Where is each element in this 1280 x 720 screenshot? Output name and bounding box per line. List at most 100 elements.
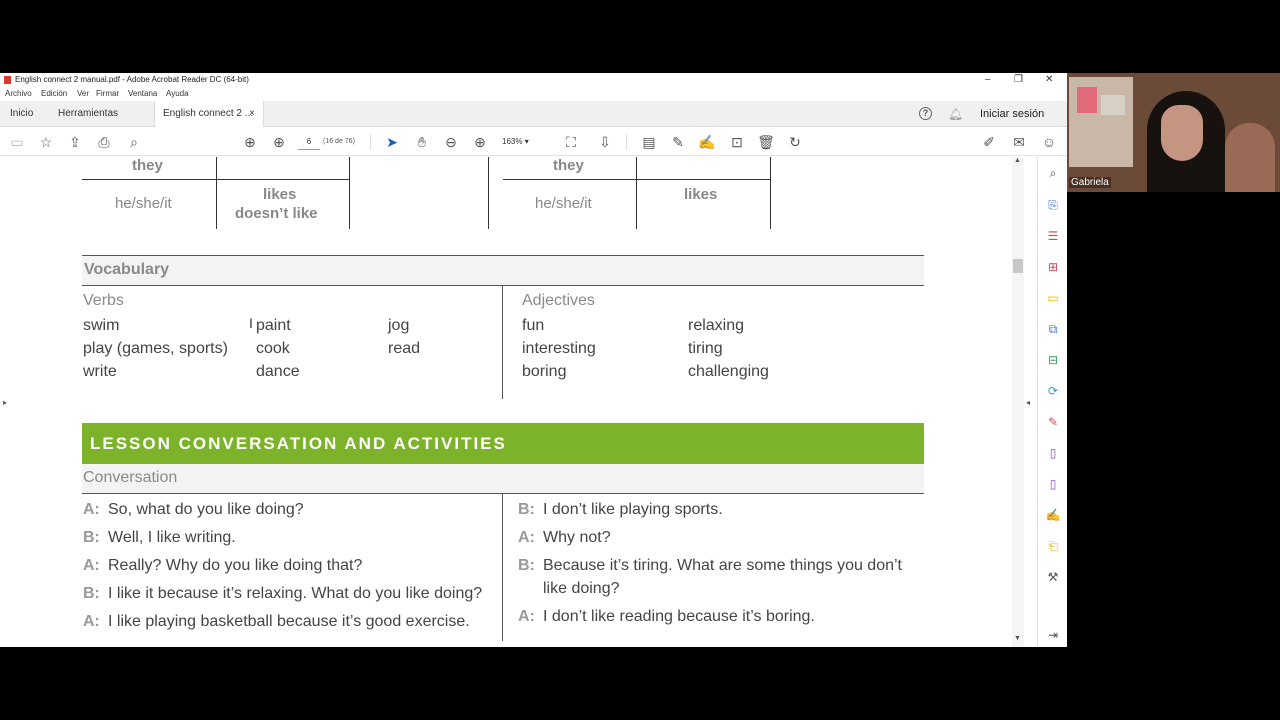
hand-tool-icon[interactable]: ✋︎ <box>413 133 431 151</box>
conversation-heading-bar <box>82 464 924 493</box>
menu-ayuda[interactable]: Ayuda <box>166 87 189 101</box>
sign-icon[interactable]: ✐ <box>980 133 998 151</box>
toolbar: ▭ ☆ ⇪ ⎙ ⌕ ⊕ ⊕ 6 (16 de 76) ➤ ✋︎ ⊖ ⊕ 163%… <box>0 128 1067 156</box>
speaker-label: A: <box>83 557 100 574</box>
acrobat-window: English connect 2 manual.pdf - Adobe Acr… <box>0 73 1067 647</box>
vocab-divider <box>502 285 503 399</box>
create-pdf-icon[interactable]: ⊞ <box>1045 259 1061 275</box>
signin-link[interactable]: Iniciar sesión <box>980 101 1044 127</box>
adj-relaxing: relaxing <box>688 317 745 334</box>
more-tools-icon[interactable]: ⚒ <box>1045 569 1061 585</box>
stamp-icon[interactable]: ⊡ <box>728 133 746 151</box>
next-page-icon[interactable]: ⊕ <box>270 133 288 151</box>
edit-pdf-icon[interactable]: ⊟ <box>1045 352 1061 368</box>
wall-poster <box>1077 87 1097 113</box>
speaker-label: A: <box>518 529 535 546</box>
verb-jog: jog <box>388 317 410 334</box>
scroll-down-arrow-icon[interactable]: ▼ <box>1014 635 1021 642</box>
verbs-heading: Verbs <box>83 292 124 309</box>
scrollbar-thumb[interactable] <box>1013 259 1023 273</box>
child-figure <box>1225 123 1275 192</box>
table-line <box>488 157 489 229</box>
lesson-banner: LESSON CONVERSATION AND ACTIVITIES <box>82 423 924 464</box>
rotate-icon[interactable]: ↻ <box>786 133 804 151</box>
draw-icon[interactable]: ✍ <box>698 133 716 151</box>
toolbar-separator <box>370 134 371 150</box>
protect-icon[interactable]: ⟳ <box>1045 383 1061 399</box>
search-icon[interactable]: ⌕ <box>125 133 143 151</box>
tab-herramientas[interactable]: Herramientas <box>58 101 118 127</box>
export-pdf-icon[interactable]: ⎘ <box>1045 197 1061 213</box>
adj-boring: boring <box>522 363 567 380</box>
dialogue-line-continued: like doing? <box>543 580 620 597</box>
maximize-button[interactable]: ❐ <box>1014 73 1023 87</box>
menu-firmar[interactable]: Firmar <box>96 87 119 101</box>
speaker-label: B: <box>83 585 100 602</box>
vertical-scrollbar[interactable]: ▲ ▼ <box>1012 157 1024 647</box>
previous-page-icon[interactable]: ⊕ <box>241 133 259 151</box>
zoom-level-select[interactable]: 163% ▾ <box>502 134 546 150</box>
menu-edicion[interactable]: Edición <box>41 87 67 101</box>
expand-panel-icon[interactable]: ⇥ <box>1045 627 1061 643</box>
scroll-mode-icon[interactable]: ⇩ <box>596 133 614 151</box>
left-panel-toggle-icon[interactable]: ▸ <box>3 398 7 407</box>
bell-icon[interactable]: 🔔︎ <box>948 107 963 121</box>
tab-close-icon[interactable]: × <box>249 101 255 127</box>
minimize-button[interactable]: – <box>985 73 991 87</box>
menu-ver[interactable]: Ver <box>77 87 89 101</box>
close-window-button[interactable]: ✕ <box>1045 73 1053 87</box>
send-review-icon[interactable]: ▯ <box>1045 445 1061 461</box>
dialogue-line: Why not? <box>543 529 611 546</box>
dialogue-line: Really? Why do you like doing that? <box>108 557 363 574</box>
menu-archivo[interactable]: Archivo <box>5 87 32 101</box>
account-icon[interactable]: ☺ <box>1040 133 1058 151</box>
email-icon[interactable]: ✉ <box>1010 133 1028 151</box>
tab-document[interactable]: English connect 2 ... <box>154 101 264 127</box>
request-signature-icon[interactable]: ✍ <box>1045 507 1061 523</box>
tab-bar: Inicio Herramientas English connect 2 ..… <box>0 101 1067 127</box>
pdf-app-icon <box>4 76 11 84</box>
select-cursor-icon[interactable]: ➤ <box>383 133 401 151</box>
highlight-pen-icon[interactable]: ✎ <box>669 133 687 151</box>
delete-icon[interactable]: 🗑︎ <box>757 133 775 151</box>
lesson-banner-title: LESSON CONVERSATION AND ACTIVITIES <box>90 434 507 453</box>
combine-files-icon[interactable]: ⧉ <box>1045 321 1061 337</box>
upload-cloud-icon[interactable]: ⇪ <box>66 133 84 151</box>
search-tool-icon[interactable]: ⌕ <box>1045 165 1061 181</box>
participant-face <box>1161 105 1203 161</box>
verb-play: play (games, sports) <box>83 340 228 357</box>
left-table-doesnt-like: doesn’t like <box>235 205 318 222</box>
tab-inicio[interactable]: Inicio <box>10 101 33 127</box>
verb-swim: swim <box>83 317 120 334</box>
zoom-out-icon[interactable]: ⊖ <box>442 133 460 151</box>
right-panel-toggle-icon[interactable]: ◂ <box>1026 398 1030 407</box>
bookmark-star-icon[interactable]: ☆ <box>37 133 55 151</box>
help-icon[interactable]: ? <box>919 107 932 120</box>
left-table-likes: likes <box>263 186 297 203</box>
pdf-document-icon[interactable]: ▯ <box>1045 476 1061 492</box>
screen: English connect 2 manual.pdf - Adobe Acr… <box>0 0 1280 720</box>
table-line <box>770 157 771 229</box>
fit-page-icon[interactable]: ⛶ <box>562 133 580 151</box>
tab-document-label: English connect 2 ... <box>163 108 254 119</box>
save-icon[interactable]: ▭ <box>8 133 26 151</box>
menu-ventana[interactable]: Ventana <box>128 87 157 101</box>
adjectives-heading: Adjectives <box>522 292 595 309</box>
speaker-label: A: <box>83 613 100 630</box>
print-icon[interactable]: ⎙ <box>95 133 113 151</box>
comment-tool-icon[interactable]: ▭ <box>1045 290 1061 306</box>
fill-sign-icon[interactable]: ✎ <box>1045 414 1061 430</box>
toolbar-separator-2 <box>626 134 627 150</box>
comment-icon[interactable]: ▤ <box>640 133 658 151</box>
conversation-rule <box>82 493 924 494</box>
stamp-tool-icon[interactable]: ⎗ <box>1045 538 1061 554</box>
organize-pages-icon[interactable]: ☰ <box>1045 228 1061 244</box>
page-number-input[interactable]: 6 <box>298 134 320 150</box>
dialogue-line: I like playing basketball because it’s g… <box>108 613 470 630</box>
zoom-value: 163% <box>502 137 523 146</box>
scroll-up-arrow-icon[interactable]: ▲ <box>1014 157 1021 164</box>
vocab-heading: Vocabulary <box>84 261 170 278</box>
right-table-likes: likes <box>684 186 718 203</box>
zoom-in-icon[interactable]: ⊕ <box>471 133 489 151</box>
left-table-subject: he/she/it <box>115 195 172 212</box>
